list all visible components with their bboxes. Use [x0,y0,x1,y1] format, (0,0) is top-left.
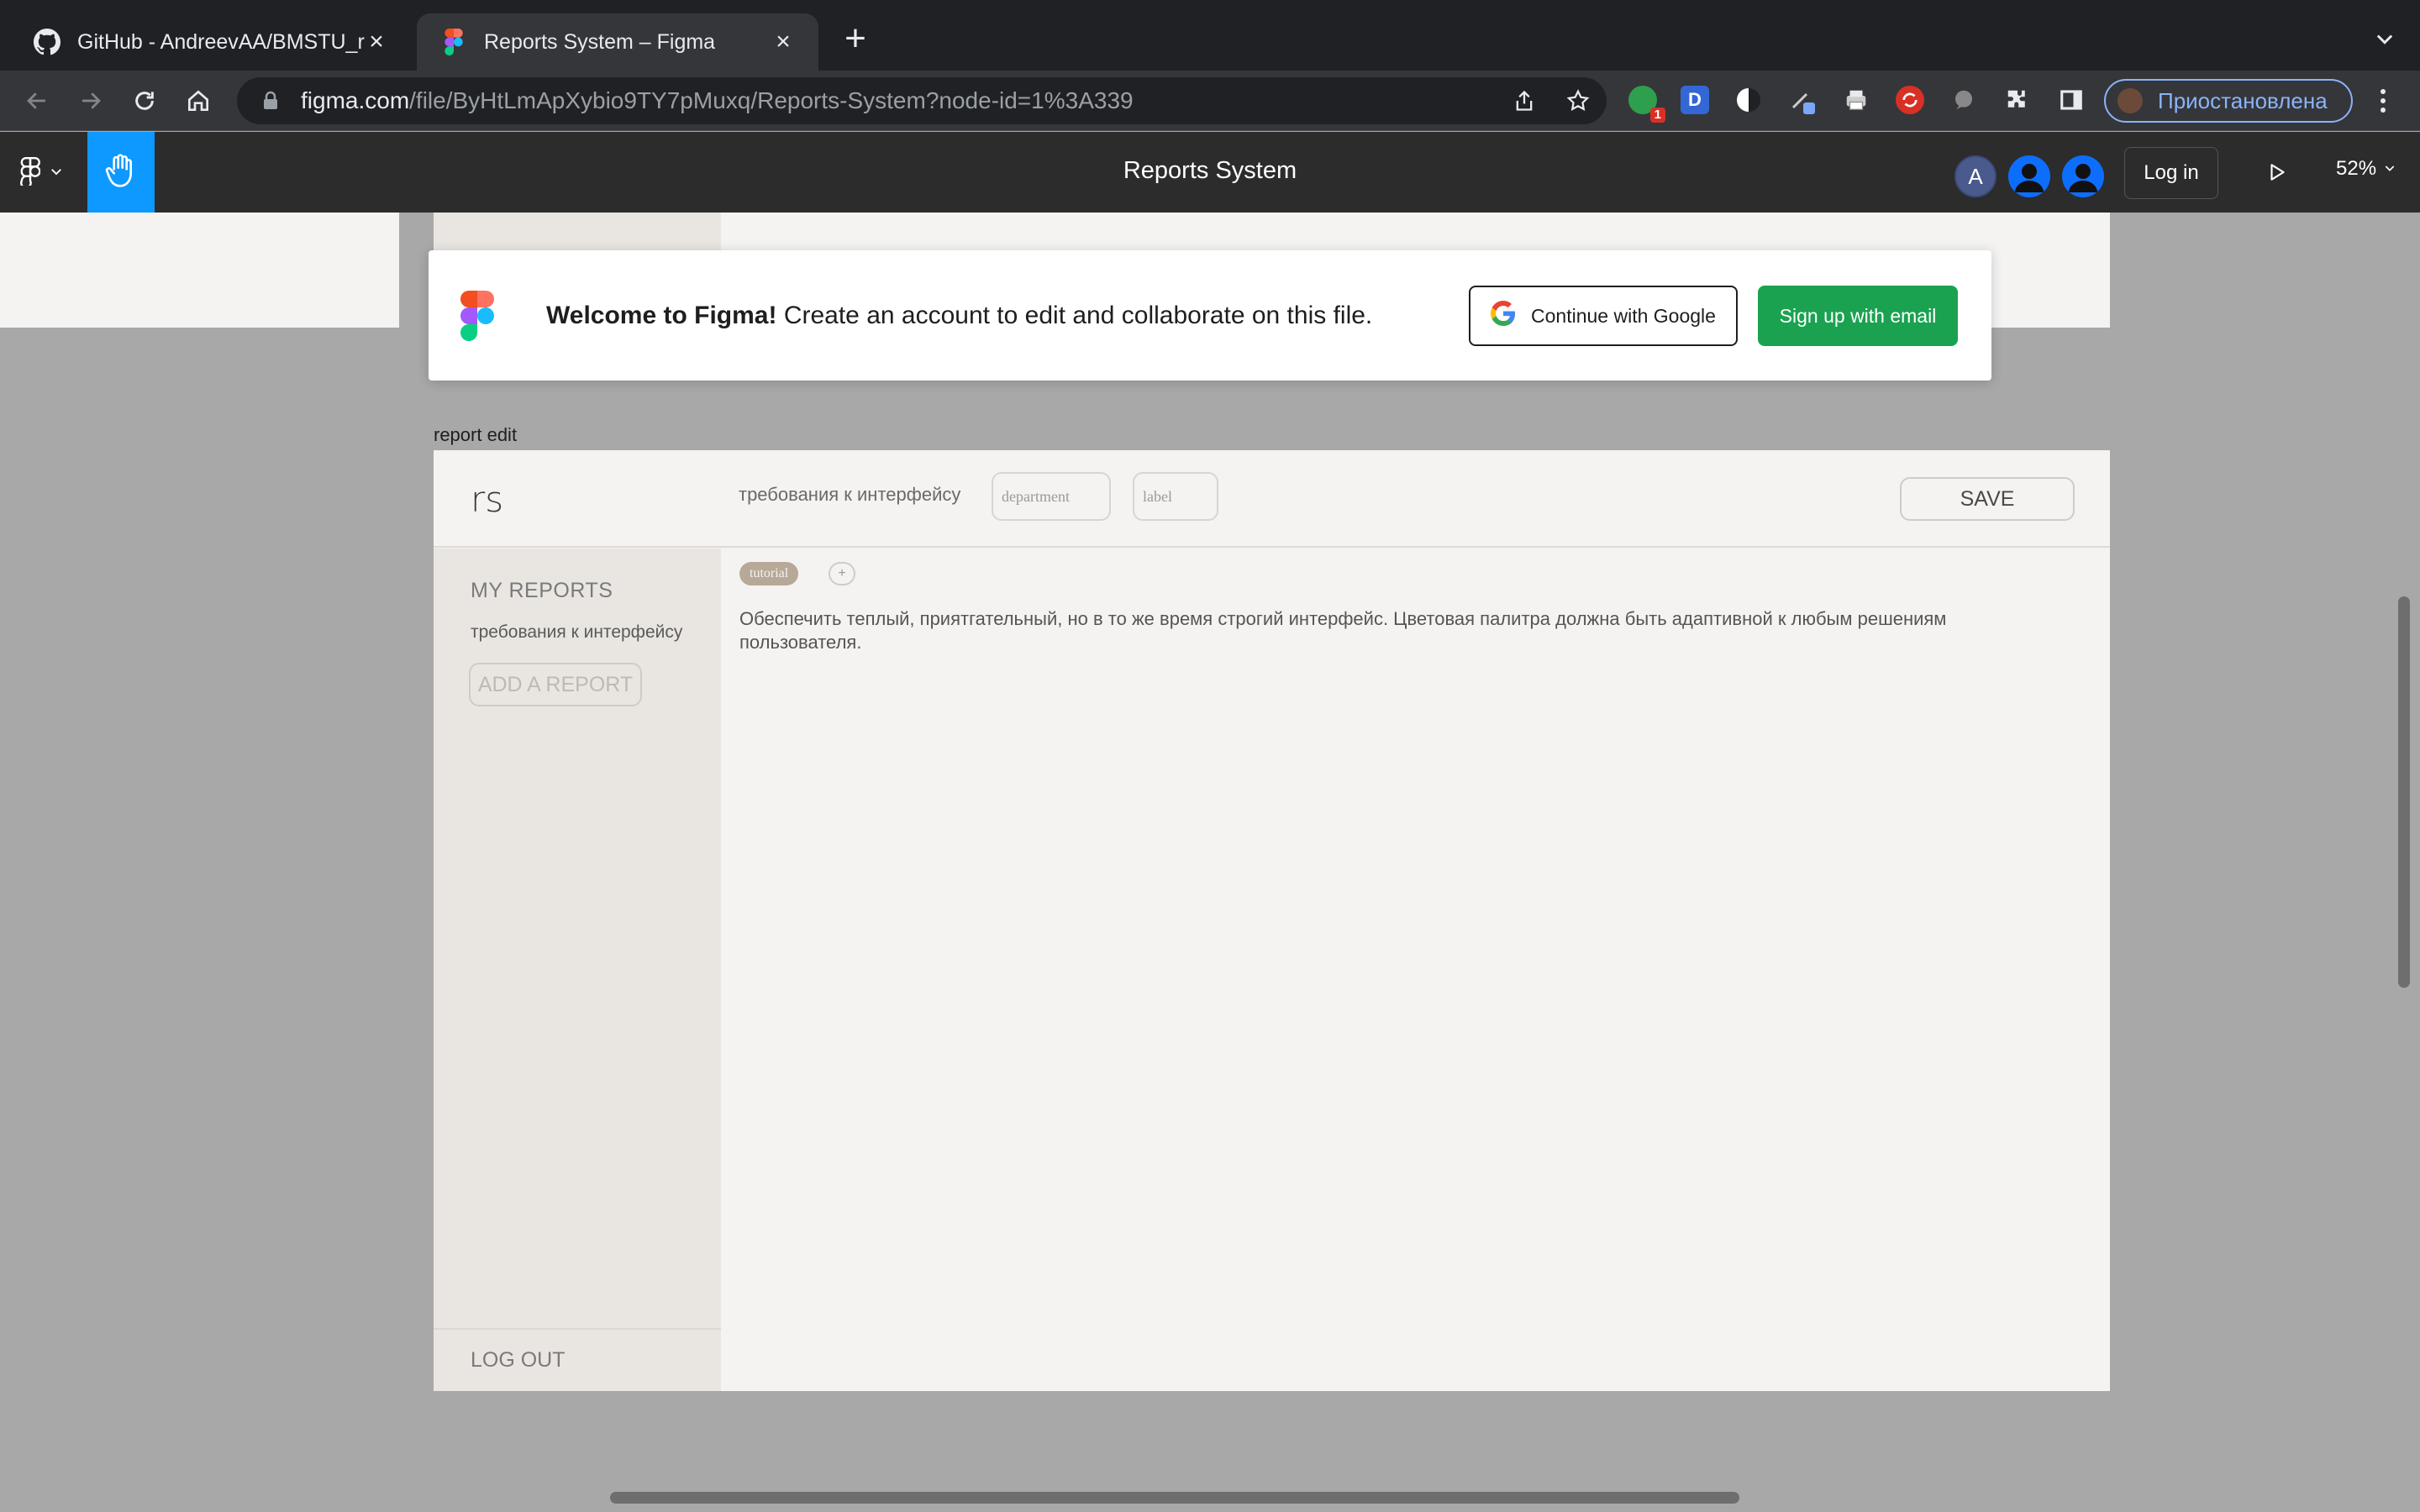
figma-canvas[interactable]: Welcome to Figma! Create an account to e… [0,213,2420,1512]
profile-label: Приостановлена [2158,87,2328,113]
puzzle-extensions-icon[interactable] [2003,86,2032,114]
close-tab-icon[interactable]: × [365,28,388,55]
tab-title: GitHub - AndreevAA/BMSTU_re [77,29,365,54]
pen-tool-icon[interactable] [1788,86,1817,114]
more-menu-icon[interactable] [2371,86,2395,116]
close-tab-icon[interactable]: × [771,28,795,55]
google-button-label: Continue with Google [1531,304,1716,327]
printer-icon[interactable] [1842,86,1870,114]
present-play-icon[interactable] [2260,155,2294,189]
forward-arrow-icon[interactable] [74,84,108,118]
lock-icon [262,91,281,111]
welcome-text: Create an account to edit and collaborat… [776,301,1373,329]
sync-red-icon[interactable] [1896,86,1924,114]
bookmark-star-icon[interactable] [1565,87,1591,114]
profile-button[interactable]: Приостановлена [2104,79,2353,123]
report-content: tutorial + Обеспечить теплый, приятгател… [721,549,2110,1391]
avatar-user-icon[interactable] [2008,155,2050,197]
avatar-user-icon[interactable] [2062,155,2104,197]
github-icon [34,29,60,55]
tab-title: Reports System – Figma [484,29,716,54]
report-title: требования к интерфейсу [739,484,961,505]
report-sidebar: MY REPORTS требования к интерфейсу ADD A… [434,549,721,1391]
new-tab-button[interactable]: + [837,20,874,59]
login-button[interactable]: Log in [2124,147,2218,199]
figma-icon [440,29,467,55]
tag-badge[interactable]: tutorial [739,562,799,585]
extension-d-icon[interactable]: D [1681,86,1709,114]
app-brand: rs [471,479,504,520]
department-field[interactable]: department [992,472,1111,521]
extension-green-icon[interactable]: 1 [1628,86,1665,123]
zoom-control[interactable]: 52% [2336,157,2396,181]
save-button[interactable]: SAVE [1900,477,2075,521]
tab-github[interactable]: GitHub - AndreevAA/BMSTU_re × [10,13,412,71]
vertical-scrollbar[interactable] [2398,596,2410,988]
share-icon[interactable] [1511,87,1538,114]
address-bar[interactable]: figma.com/file/ByHtLmApXybio9TY7pMuxq/Re… [237,77,1607,124]
canvas-frame-partial [0,213,399,328]
avatar-a[interactable]: A [1954,155,1996,197]
report-topbar: rs требования к интерфейсу department la… [434,450,2110,548]
reload-icon[interactable] [128,84,161,118]
side-panel-icon[interactable] [2057,86,2086,114]
add-report-button[interactable]: ADD A REPORT [469,663,642,706]
avatar [2118,88,2143,113]
add-tag-button[interactable]: + [829,562,855,585]
report-body-text[interactable]: Обеспечить теплый, приятгательный, но в … [739,607,2000,654]
continue-with-google-button[interactable]: Continue with Google [1469,286,1738,346]
divider [434,1328,721,1330]
sidebar-heading: MY REPORTS [471,579,613,602]
horizontal-scrollbar[interactable] [610,1492,1739,1504]
figma-header: Reports System A Log in 52% [0,132,2420,213]
extension-badge: 1 [1649,108,1665,123]
url-text: figma.com/file/ByHtLmApXybio9TY7pMuxq/Re… [301,87,1134,114]
file-title: Reports System [1123,157,1297,184]
dark-mode-icon[interactable] [1734,86,1763,114]
tab-figma[interactable]: Reports System – Figma × [417,13,818,71]
logout-button[interactable]: LOG OUT [471,1348,566,1373]
zoom-level: 52% [2336,157,2377,180]
frame-label[interactable]: report edit [434,424,517,446]
label-field[interactable]: label [1133,472,1218,521]
sidebar-item-report[interactable]: требования к интерфейсу [471,622,682,643]
welcome-bold: Welcome to Figma! [546,301,777,329]
browser-tab-strip: GitHub - AndreevAA/BMSTU_re × Reports Sy… [0,0,2420,71]
figma-icon [460,290,497,341]
chevron-down-icon [2383,157,2396,181]
chevron-down-icon[interactable] [2373,27,2396,50]
url-path: /file/ByHtLmApXybio9TY7pMuxq/Reports-Sys… [409,87,1134,113]
chat-bubble-icon[interactable] [1949,86,1978,114]
report-edit-frame[interactable]: rs требования к интерфейсу department la… [434,450,2110,1391]
back-arrow-icon[interactable] [20,84,54,118]
url-host: figma.com [301,87,410,113]
home-icon[interactable] [182,84,215,118]
google-icon [1491,301,1516,331]
welcome-banner: Welcome to Figma! Create an account to e… [429,250,1991,381]
sign-up-email-button[interactable]: Sign up with email [1758,286,1958,346]
